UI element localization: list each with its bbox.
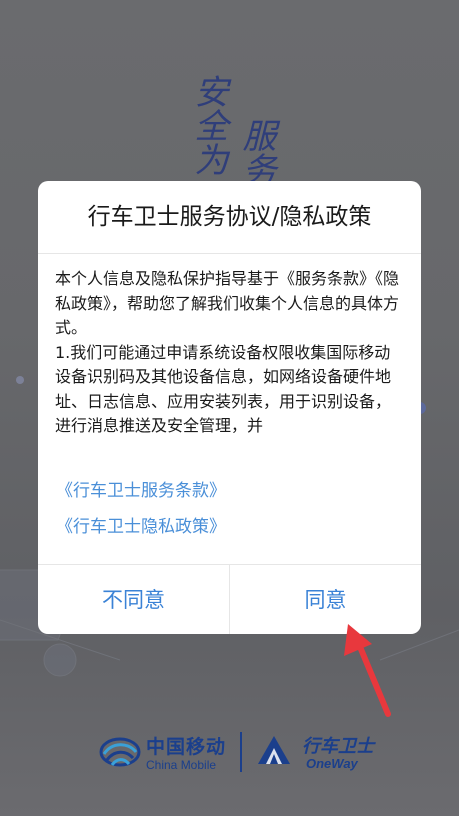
china-mobile-name-en: China Mobile (146, 758, 217, 772)
dialog-paragraph: 本个人信息及隐私保护指导基于《服务条款》《隐私政策》，帮助您了解我们收集个人信息… (55, 269, 400, 337)
red-arrow-icon (344, 624, 391, 717)
dialog-title: 行车卫士服务协议/隐私政策 (38, 181, 421, 254)
dialog-links: 《行车卫士服务条款》 《行车卫士隐私政策》 (56, 473, 226, 545)
disagree-button[interactable]: 不同意 (38, 565, 229, 634)
oneway-logo-icon (258, 736, 290, 764)
dialog-body-scroll[interactable]: 本个人信息及隐私保护指导基于《服务条款》《隐私政策》，帮助您了解我们收集个人信息… (55, 267, 400, 459)
privacy-policy-link[interactable]: 《行车卫士隐私政策》 (56, 509, 226, 545)
splash-slogan-part2: 服务 (236, 118, 276, 186)
china-mobile-logo-icon (99, 737, 141, 767)
dialog-paragraph: 1.我们可能通过申请系统设备权限收集国际移动设备识别码及其他设备信息，如网络设备… (55, 342, 392, 436)
brand-bar: 中国移动 China Mobile 行车卫士 OneWay (0, 718, 459, 788)
service-terms-link[interactable]: 《行车卫士服务条款》 (56, 473, 226, 509)
oneway-name-en: OneWay (306, 756, 358, 771)
privacy-dialog: 行车卫士服务协议/隐私政策 本个人信息及隐私保护指导基于《服务条款》《隐私政策》… (38, 181, 421, 634)
splash-slogan-part1: 安全为 (188, 74, 228, 176)
brand-divider (240, 732, 242, 772)
china-mobile-name-cn: 中国移动 (146, 736, 227, 758)
oneway-name-cn: 行车卫士 (302, 736, 374, 757)
